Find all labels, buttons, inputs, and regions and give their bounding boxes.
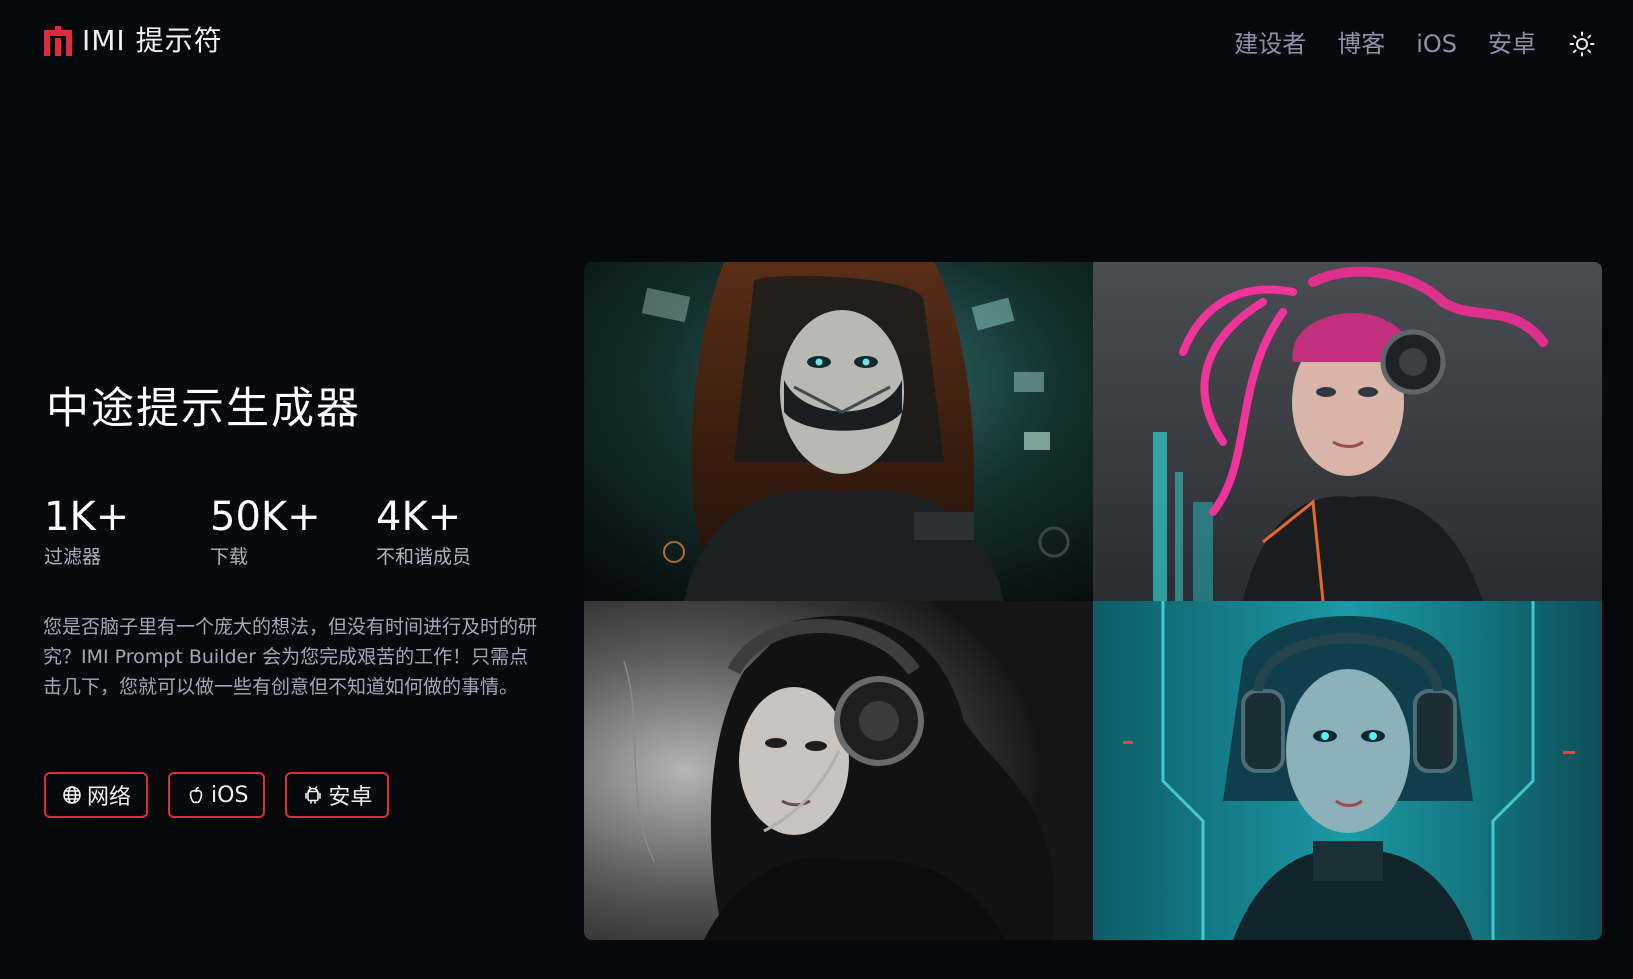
web-button[interactable]: 网络 bbox=[44, 772, 149, 818]
theme-toggle-button[interactable] bbox=[1567, 29, 1597, 59]
nav-android[interactable]: 安卓 bbox=[1488, 26, 1536, 62]
main-nav: 建设者 博客 iOS 安卓 bbox=[1203, 26, 1597, 62]
cyberpunk-woman-mask-icon bbox=[584, 262, 1093, 601]
android-button-label: 安卓 bbox=[328, 785, 373, 810]
imi-logo-icon bbox=[44, 26, 72, 56]
nav-builder[interactable]: 建设者 bbox=[1234, 26, 1306, 62]
stat-filters: 1K+ 过滤器 bbox=[44, 493, 210, 571]
logo[interactable]: IMI 提示符 bbox=[44, 24, 223, 58]
cyberpunk-woman-monochrome-icon bbox=[584, 601, 1093, 940]
stat-label: 过滤器 bbox=[44, 546, 102, 568]
artwork-gallery bbox=[584, 262, 1602, 940]
gallery-image-3 bbox=[584, 601, 1093, 940]
stat-value: 1K+ bbox=[44, 494, 130, 540]
gallery-image-4 bbox=[1093, 601, 1602, 940]
stats-row: 1K+ 过滤器 50K+ 下载 4K+ 不和谐成员 bbox=[44, 493, 542, 571]
logo-text: IMI 提示符 bbox=[82, 24, 223, 57]
stat-label: 不和谐成员 bbox=[376, 546, 472, 568]
gallery-image-1 bbox=[584, 262, 1093, 601]
site-header: IMI 提示符 建设者 博客 iOS 安卓 bbox=[0, 0, 1633, 90]
cyberpunk-woman-cyan-icon bbox=[1093, 601, 1602, 940]
web-button-label: 网络 bbox=[87, 785, 132, 810]
stat-value: 50K+ bbox=[210, 494, 321, 540]
gallery-image-2 bbox=[1093, 262, 1602, 601]
stat-value: 4K+ bbox=[376, 494, 462, 540]
hero-title: 中途提示生成器 bbox=[46, 384, 361, 434]
android-icon bbox=[305, 786, 322, 804]
nav-ios[interactable]: iOS bbox=[1416, 26, 1457, 62]
ios-button[interactable]: iOS bbox=[168, 772, 266, 818]
stat-label: 下载 bbox=[210, 546, 249, 568]
stat-downloads: 50K+ 下载 bbox=[210, 493, 376, 571]
nav-blog[interactable]: 博客 bbox=[1337, 26, 1385, 62]
cyberpunk-woman-pink-hair-icon bbox=[1093, 262, 1602, 601]
hero-description: 您是否脑子里有一个庞大的想法，但没有时间进行及时的研究？IMI Prompt B… bbox=[43, 616, 538, 698]
ios-button-label: iOS bbox=[211, 782, 249, 808]
stat-discord-members: 4K+ 不和谐成员 bbox=[376, 493, 542, 571]
globe-icon bbox=[63, 786, 81, 804]
android-button[interactable]: 安卓 bbox=[285, 772, 390, 818]
sun-icon bbox=[1569, 31, 1595, 57]
apple-icon bbox=[189, 786, 203, 804]
platform-buttons: 网络 iOS 安卓 bbox=[44, 772, 409, 818]
